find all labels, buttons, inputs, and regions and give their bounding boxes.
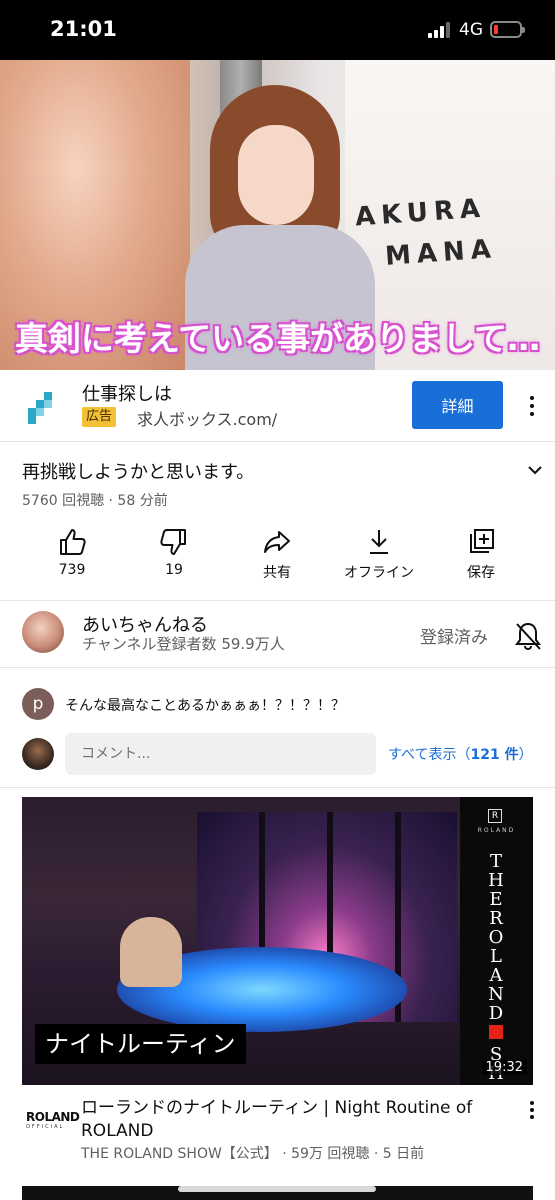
divider	[0, 787, 555, 788]
video-title[interactable]: 再挑戦しようかと思います。	[22, 458, 254, 484]
show-all-comments-link[interactable]: すべて表示（121 件）	[388, 744, 533, 764]
download-label: オフライン	[344, 565, 414, 581]
more-options-icon[interactable]	[529, 1101, 535, 1121]
share-icon	[264, 531, 290, 553]
status-bar: 21:01 4G	[0, 0, 555, 60]
recommended-meta: THE ROLAND SHOW【公式】 · 59万 回視聴 · 5 日前	[81, 1146, 425, 1162]
banner-vertical-text: THE ROLAND SHO	[484, 852, 508, 1085]
thumbnail-caption: ナイトルーティン	[35, 1024, 246, 1064]
battery-icon	[490, 21, 525, 38]
show-banner: R ROLAND THE ROLAND SHO	[460, 797, 533, 1085]
dislike-button[interactable]: 19	[124, 525, 224, 585]
play-badge-icon	[489, 1025, 503, 1039]
action-bar: 739 19 共有 オフライン 保存	[0, 525, 555, 585]
like-icon	[60, 529, 86, 555]
show-all-suffix: ）	[518, 747, 533, 763]
network-type: 4G	[459, 20, 483, 40]
rec-channel-avatar[interactable]: ROLAND OFFICIAL	[26, 1110, 80, 1130]
ad-domain: 求人ボックス.com/	[137, 410, 278, 429]
channel-avatar[interactable]	[22, 611, 64, 653]
share-label: 共有	[263, 565, 291, 581]
save-icon	[470, 529, 494, 553]
recommended-thumbnail[interactable]: R ROLAND THE ROLAND SHO ナイトルーティン 19:32	[22, 797, 533, 1085]
commenter-avatar: p	[22, 688, 54, 720]
ad-title: 仕事探しは	[82, 384, 172, 405]
save-label: 保存	[467, 565, 495, 581]
recommended-title[interactable]: ローランドのナイトルーティン | Night Routine of ROLAND	[81, 1097, 501, 1143]
ad-badge: 広告	[82, 407, 117, 427]
bell-off-icon[interactable]	[514, 621, 542, 651]
comment-input-row: すべて表示（121 件）	[0, 730, 555, 780]
like-count: 739	[58, 562, 86, 578]
video-player[interactable]: AKURA MANA 真剣に考えている事がありまして…	[0, 60, 555, 370]
chevron-down-icon[interactable]	[527, 462, 543, 478]
channel-row[interactable]: あいちゃんねる チャンネル登録者数 59.9万人 登録済み	[0, 603, 555, 667]
ad-logo-icon	[28, 392, 58, 424]
dislike-count: 19	[165, 562, 183, 578]
like-button[interactable]: 739	[22, 525, 122, 585]
thumbnail-person	[120, 917, 182, 987]
download-icon	[370, 530, 388, 554]
ad-details-button[interactable]: 詳細	[412, 381, 503, 429]
video-duration: 19:32	[481, 1060, 527, 1075]
user-avatar	[22, 738, 54, 770]
save-button[interactable]: 保存	[431, 525, 531, 585]
divider	[0, 667, 555, 668]
ad-row[interactable]: 仕事探しは 広告 求人ボックス.com/ 詳細	[0, 372, 555, 440]
roland-logo-icon: R	[488, 809, 502, 823]
banner-sub: ROLAND	[477, 827, 516, 834]
comment-input[interactable]	[65, 733, 376, 775]
comment-text: そんな最高なことあるかぁぁぁ！？！？！？	[65, 698, 345, 714]
status-time: 21:01	[50, 17, 117, 41]
home-indicator[interactable]	[178, 1186, 376, 1192]
video-meta: 5760 回視聴 · 58 分前	[22, 493, 168, 509]
rec-channel-logo-sub: OFFICIAL	[26, 1124, 65, 1130]
comment-count: 121 件	[470, 747, 519, 763]
more-options-icon[interactable]	[529, 396, 535, 416]
banner-text-1: THE ROLAND	[488, 851, 504, 1024]
video-caption: 真剣に考えている事がありまして…	[14, 319, 541, 358]
rec-channel-logo: ROLAND	[26, 1110, 80, 1124]
download-button[interactable]: オフライン	[329, 525, 429, 585]
top-comment[interactable]: p そんな最高なことあるかぁぁぁ！？！？！？	[0, 685, 555, 725]
divider	[0, 600, 555, 601]
divider	[0, 441, 555, 442]
dislike-icon	[160, 529, 186, 555]
channel-subscribers: チャンネル登録者数 59.9万人	[82, 635, 285, 653]
share-button[interactable]: 共有	[227, 525, 327, 585]
show-all-prefix: すべて表示（	[388, 747, 471, 763]
subscribed-button[interactable]: 登録済み	[420, 623, 488, 648]
cellular-signal-icon	[428, 22, 454, 38]
